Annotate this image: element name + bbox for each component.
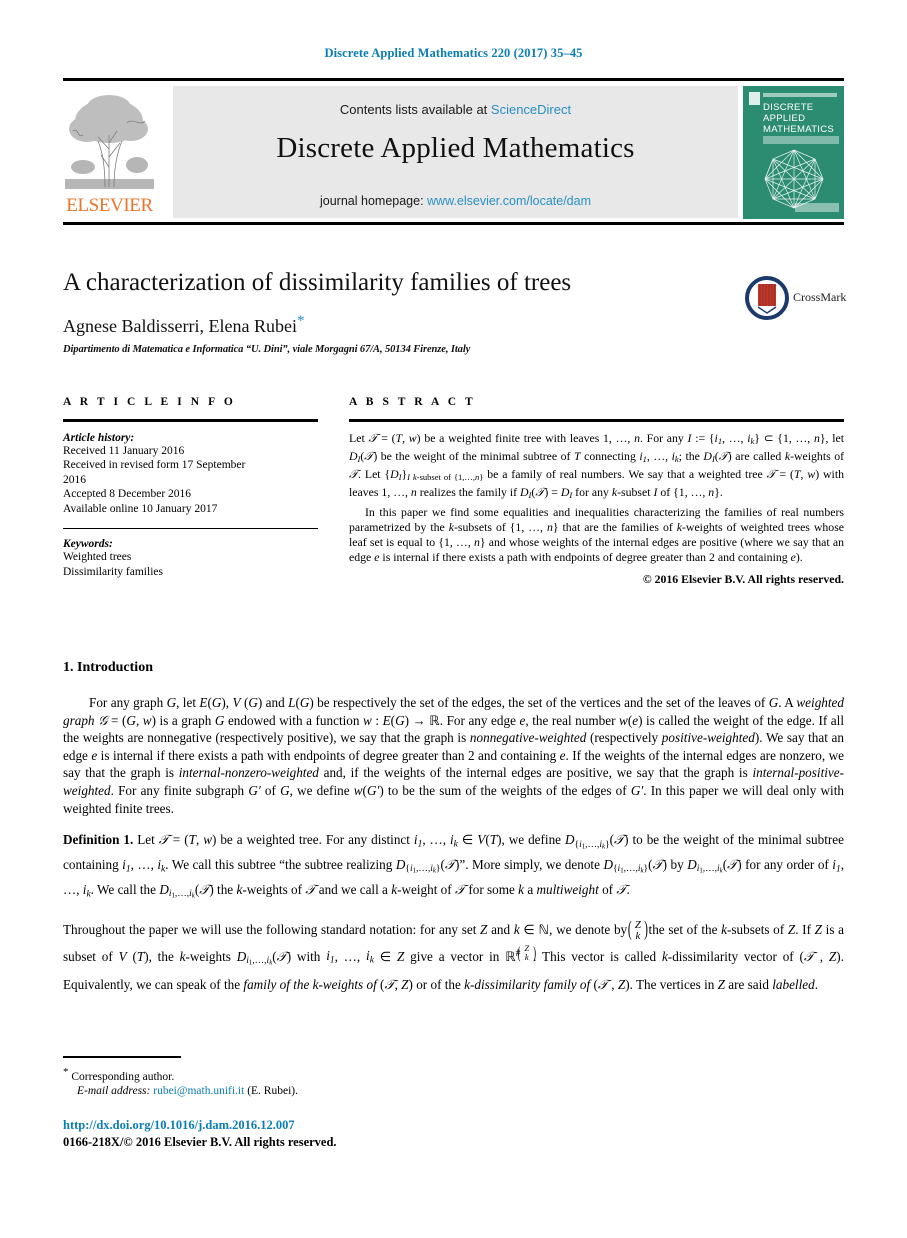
corresponding-author-marker: * <box>296 313 305 329</box>
history-item: Accepted 8 December 2016 <box>63 488 192 500</box>
sciencedirect-link[interactable]: ScienceDirect <box>491 102 571 117</box>
history-item: 2016 <box>63 473 86 486</box>
history-item: Received 11 January 2016 <box>63 444 185 457</box>
email-label: E-mail address: <box>77 1085 151 1098</box>
history-item: Received in revised form 17 September <box>63 459 246 471</box>
abstract-paragraph-1: Let 𝒯 = (T, w) be a weighted finite tree… <box>349 430 845 501</box>
abstract-column: A B S T R A C T Let 𝒯 = (T, w) be a weig… <box>349 396 844 587</box>
article-info-heading: A R T I C L E I N F O <box>63 396 236 408</box>
article-body: 1. Introduction For any graph G, let E(G… <box>63 660 844 1010</box>
page-title: A characterization of dissimilarity fami… <box>63 269 572 296</box>
article-info-column: A R T I C L E I N F O Article history: R… <box>63 396 318 579</box>
elsevier-tree-icon <box>65 87 154 191</box>
cover-footer-band <box>795 203 839 212</box>
masthead-center-panel: Contents lists available at ScienceDirec… <box>173 86 738 218</box>
article-info-rule <box>63 419 318 422</box>
homepage-link[interactable]: www.elsevier.com/locate/dam <box>427 194 591 208</box>
elsevier-logo: ELSEVIER <box>63 87 156 217</box>
keyword-item: Weighted trees <box>63 551 132 563</box>
journal-masthead: ELSEVIER Contents lists available at Sci… <box>63 78 844 225</box>
page-footer: * Corresponding author. E-mail address: … <box>63 1056 483 1150</box>
doi-link[interactable]: http://dx.doi.org/10.1016/j.dam.2016.12.… <box>63 1118 483 1133</box>
journal-homepage-line: journal homepage: www.elsevier.com/locat… <box>173 194 738 208</box>
definition-label: Definition 1. <box>63 832 134 848</box>
paper-page: Discrete Applied Mathematics 220 (2017) … <box>0 0 907 1238</box>
corresponding-author-text: Corresponding author. <box>71 1070 175 1083</box>
article-info-divider <box>63 528 318 529</box>
email-owner: (E. Rubei). <box>247 1085 298 1098</box>
contents-prefix: Contents lists available at <box>339 102 491 117</box>
cover-title: DISCRETE APPLIED MATHEMATICS <box>763 102 841 135</box>
abstract-rule <box>349 419 844 422</box>
body-definition-1: Definition 1. Let 𝒯 = (T, w) be a weight… <box>63 832 845 900</box>
footnote-star: * <box>63 1065 69 1078</box>
running-head: Discrete Applied Mathematics 220 (2017) … <box>324 46 583 60</box>
title-block: A characterization of dissimilarity fami… <box>63 268 846 355</box>
masthead-top-rule <box>63 78 844 81</box>
section-title: Introduction <box>77 660 153 675</box>
cover-subtitle-band <box>763 136 839 144</box>
homepage-prefix: journal homepage: <box>320 194 428 208</box>
contents-available-line: Contents lists available at ScienceDirec… <box>173 102 738 117</box>
author-names: Agnese Baldisserri, Elena Rubei <box>63 316 297 336</box>
crossmark-icon <box>745 276 789 320</box>
affiliation: Dipartimento di Matematica e Informatica… <box>63 344 471 355</box>
journal-cover-thumbnail: DISCRETE APPLIED MATHEMATICS <box>743 86 844 219</box>
crossmark-label: CrossMark <box>793 290 847 304</box>
masthead-bottom-rule <box>63 222 844 225</box>
cover-title-line-3: MATHEMATICS <box>763 124 835 135</box>
email-note: E-mail address: rubei@math.unifi.it (E. … <box>63 1084 483 1099</box>
author-list: Agnese Baldisserri, Elena Rubei* <box>63 310 844 337</box>
abstract-paragraph-2: In this paper we find some equalities an… <box>349 504 845 565</box>
section-number: 1. <box>63 660 74 675</box>
issn-copyright-line: 0166-218X/© 2016 Elsevier B.V. All right… <box>63 1135 337 1150</box>
email-link[interactable]: rubei@math.unifi.it <box>153 1085 244 1097</box>
abstract-copyright: © 2016 Elsevier B.V. All rights reserved… <box>642 571 844 586</box>
cover-top-rule <box>763 93 837 97</box>
body-paragraph-1: For any graph G, let E(G), V (G) and L(G… <box>63 695 845 816</box>
history-item: Available online 10 January 2017 <box>63 502 218 515</box>
keyword-item: Dissimilarity families <box>63 565 163 578</box>
binomial-z-k: Zk <box>631 919 645 943</box>
journal-title: Discrete Applied Mathematics <box>276 132 635 164</box>
keywords-list: Weighted trees Dissimilarity families <box>63 550 318 579</box>
footnote-rule <box>63 1056 181 1058</box>
cover-elsevier-mark <box>749 92 760 105</box>
cover-title-line-1: DISCRETE <box>763 102 814 113</box>
crossmark-badge[interactable]: CrossMark <box>745 276 846 320</box>
keywords-label: Keywords: <box>63 538 113 550</box>
cover-graph-icon <box>764 149 824 209</box>
body-paragraph-2: Throughout the paper we will use the fol… <box>63 919 844 996</box>
article-history-list: Received 11 January 2016 Received in rev… <box>63 444 318 517</box>
cover-title-line-2: APPLIED <box>763 113 806 124</box>
abstract-heading: A B S T R A C T <box>349 396 476 408</box>
section-heading-introduction: 1. Introduction <box>63 660 844 676</box>
article-history-label: Article history: <box>63 431 135 444</box>
elsevier-wordmark: ELSEVIER <box>66 195 153 216</box>
corresponding-author-note: * Corresponding author. <box>63 1065 483 1085</box>
